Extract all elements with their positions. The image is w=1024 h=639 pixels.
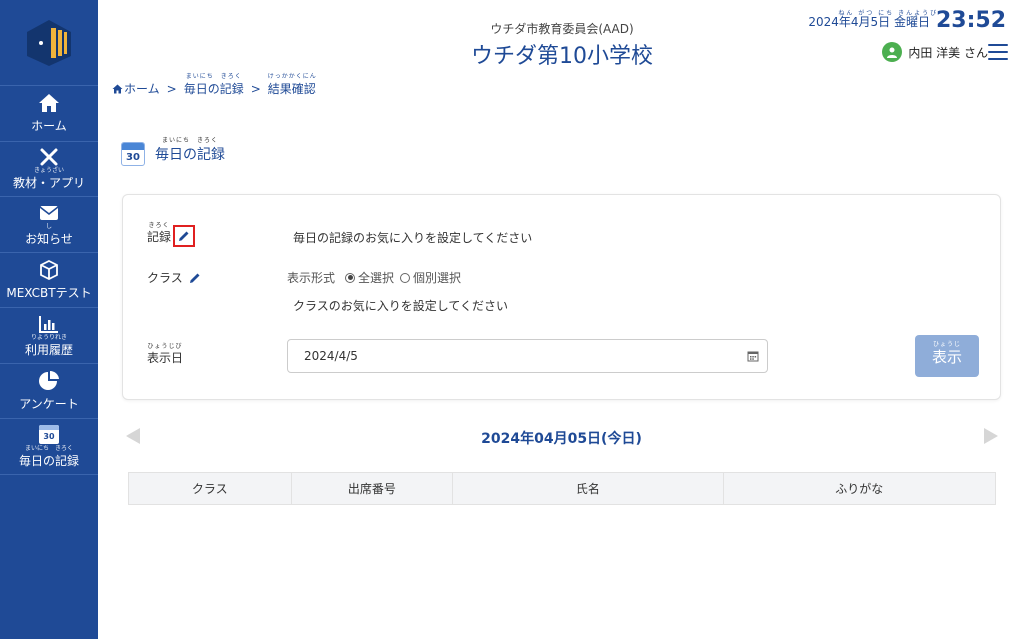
date-input[interactable]: 2024/4/5 (287, 339, 768, 373)
sidebar-item-label: お知らせ (25, 231, 73, 246)
pie-chart-icon (38, 370, 60, 392)
bar-chart-icon (39, 313, 59, 335)
breadcrumb-result-label: 結果確認 (267, 82, 316, 96)
breadcrumb-home[interactable]: ホーム (112, 80, 160, 97)
breadcrumb-separator: > (250, 81, 261, 96)
date-ruby: ねん がつ にち きんようび (838, 10, 939, 17)
user-menu[interactable]: 内田 洋美 さん (882, 42, 988, 62)
sidebar-item-ruby: りようりれき (30, 333, 67, 341)
tools-icon (39, 146, 59, 168)
sidebar-item-label: MEXCBTテスト (6, 285, 92, 300)
hamburger-menu-icon[interactable] (988, 44, 1008, 60)
table-header-name: 氏名 (453, 473, 724, 504)
show-button[interactable]: ひょうじ 表示 (915, 335, 979, 377)
school-name: ウチダ第10小学校 (471, 44, 653, 69)
radio-checked-icon (345, 272, 356, 283)
radio-select-individual-label: 個別選択 (413, 271, 462, 285)
show-button-label: 表示 (931, 347, 962, 366)
calendar-picker-icon[interactable] (747, 350, 759, 362)
sidebar-item-label: アンケート (19, 396, 79, 411)
display-format-label: 表示形式 (287, 271, 336, 285)
sidebar-item-daily-record[interactable]: 30 まいにち きろく 毎日の記録 (0, 419, 98, 475)
radio-select-all-label: 全選択 (358, 271, 395, 285)
calendar-number: 30 (43, 432, 55, 442)
sidebar-item-ruby: きょうざい (33, 167, 64, 175)
page-title: 30 まいにち きろく 毎日の記録 (121, 137, 225, 166)
next-day-arrow-icon[interactable] (984, 428, 998, 444)
sidebar-item-ruby: まいにち きろく (24, 444, 73, 452)
date-input-value: 2024/4/5 (304, 349, 358, 363)
calendar-icon: 30 (39, 424, 59, 446)
cube-icon (39, 259, 59, 281)
sidebar-item-ruby: し (45, 222, 52, 230)
class-label: クラス (147, 271, 183, 285)
record-favorite-text: 毎日の記録のお気に入りを設定してください (293, 231, 533, 245)
radio-unchecked-icon (400, 272, 411, 283)
sidebar: ホーム きょうざい 教材・アプリ し お知らせ MEXCBTテスト りようりれき… (0, 0, 98, 639)
date-label: 表示日 (147, 351, 184, 365)
calendar-number: 30 (126, 152, 140, 163)
breadcrumb-separator: > (166, 81, 177, 96)
current-time: 23:52 (935, 8, 1006, 33)
result-table-header: クラス 出席番号 氏名 ふりがな (128, 472, 996, 505)
show-button-ruby: ひょうじ (932, 341, 961, 348)
breadcrumb: ホーム > まいにち きろく 毎日の記録 > けっかかくにん 結果確認 (112, 73, 316, 97)
display-format-group: 表示形式 全選択 個別選択 (287, 269, 461, 286)
datetime: ねん がつ にち きんようび 2024年4月5日 金曜日 23:52 (808, 8, 1006, 33)
date-label-ruby: ひょうじび (147, 343, 183, 350)
avatar-icon (882, 42, 903, 62)
sidebar-item-materials[interactable]: きょうざい 教材・アプリ (0, 142, 98, 197)
class-favorite-text: クラスのお気に入りを設定してください (293, 299, 509, 313)
user-name: 内田 洋美 さん (908, 45, 988, 60)
class-edit-button[interactable] (189, 272, 201, 284)
envelope-icon (39, 202, 59, 224)
sidebar-item-label: ホーム (31, 119, 67, 134)
sidebar-item-survey[interactable]: アンケート (0, 364, 98, 419)
table-header-class: クラス (129, 473, 292, 504)
breadcrumb-current: けっかかくにん 結果確認 (267, 73, 316, 97)
page-title-ruby: まいにち きろく (161, 137, 218, 144)
pencil-icon (179, 231, 189, 241)
breadcrumb-daily-label: 毎日の記録 (183, 82, 244, 96)
record-label-ruby: きろく (148, 221, 170, 229)
sidebar-item-label: 毎日の記録 (18, 453, 79, 468)
breadcrumb-daily-ruby: まいにち きろく (185, 73, 242, 80)
date-label-row: ひょうじび 表示日 (147, 343, 184, 366)
sidebar-item-usage-history[interactable]: りようりれき 利用履歴 (0, 308, 98, 364)
home-icon (112, 84, 123, 93)
page-title-text: 毎日の記録 (155, 147, 225, 163)
table-header-attendance-number: 出席番号 (292, 473, 454, 504)
table-header-furigana: ふりがな (835, 482, 884, 496)
sidebar-item-notices[interactable]: し お知らせ (0, 197, 98, 253)
record-label-row: きろく 記録 (147, 222, 196, 247)
pencil-icon (189, 273, 200, 283)
sidebar-item-mexcbt[interactable]: MEXCBTテスト (0, 253, 98, 308)
sidebar-item-label: 利用履歴 (24, 342, 73, 357)
breadcrumb-home-label: ホーム (124, 82, 160, 96)
breadcrumb-result-ruby: けっかかくにん (267, 73, 317, 80)
record-edit-button[interactable] (173, 225, 196, 247)
radio-select-individual[interactable]: 個別選択 (400, 269, 461, 286)
calendar-icon: 30 (121, 142, 145, 166)
class-label-row: クラス (147, 269, 201, 286)
record-label: 記録 (147, 229, 172, 244)
settings-card: きろく 記録 毎日の記録のお気に入りを設定してください クラス 表示形式 全選択… (122, 194, 1001, 400)
breadcrumb-daily-record[interactable]: まいにち きろく 毎日の記録 (183, 73, 244, 97)
sidebar-item-label: 教材・アプリ (12, 176, 85, 191)
home-icon (38, 92, 60, 114)
radio-select-all[interactable]: 全選択 (345, 269, 394, 286)
sidebar-item-home[interactable]: ホーム (0, 86, 98, 142)
result-date: 2024年04月05日(今日) (481, 431, 642, 447)
